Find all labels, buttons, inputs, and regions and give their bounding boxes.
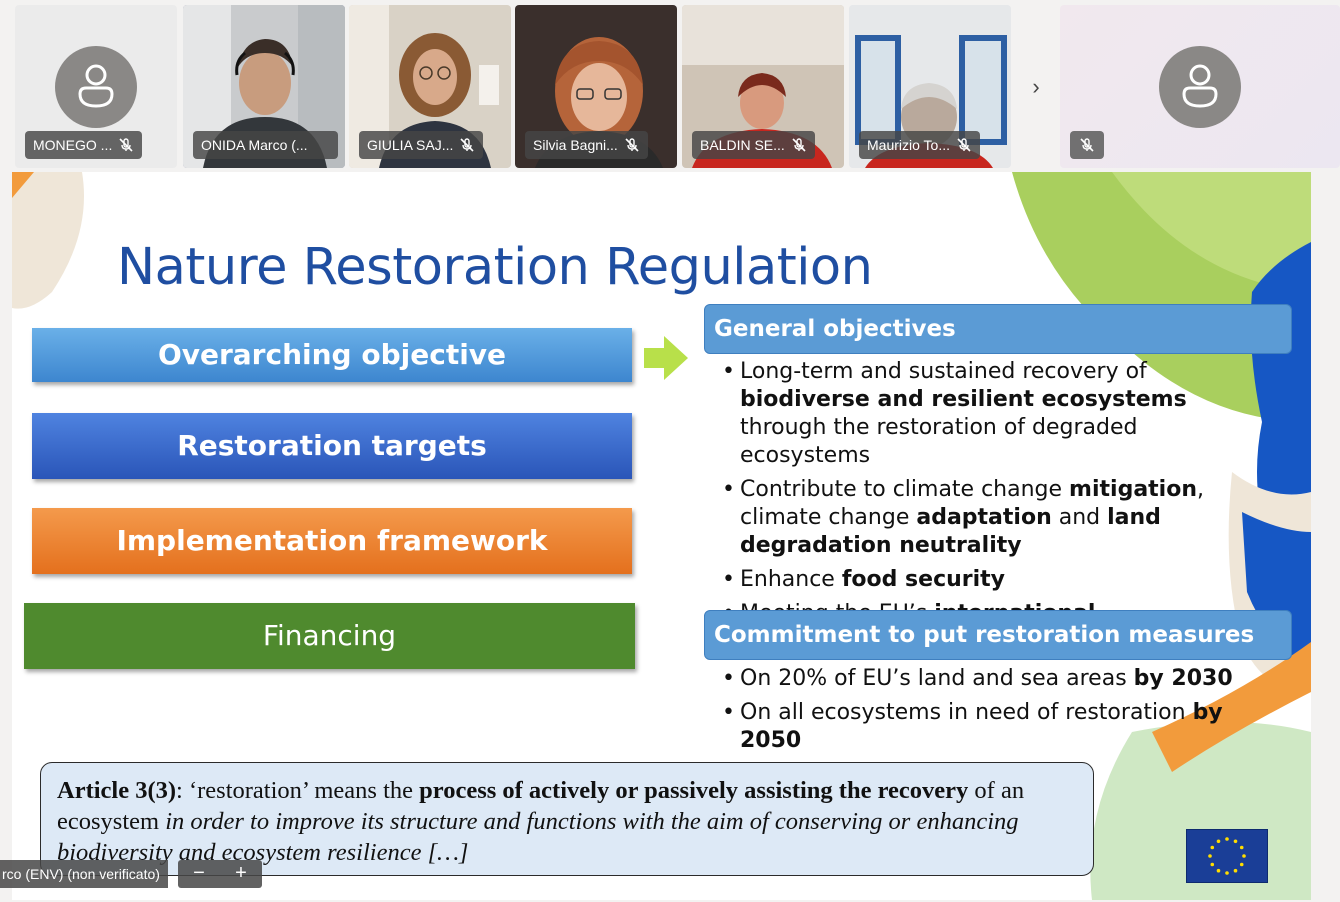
- article-definition-box: Article 3(3): ‘restoration’ means the pr…: [40, 762, 1094, 876]
- mic-status: [1070, 131, 1104, 159]
- mic-muted-icon: [957, 138, 971, 152]
- participant-name-text: GIULIA SAJ...: [367, 137, 454, 153]
- next-participants-button[interactable]: ›: [1016, 5, 1056, 168]
- mic-muted-icon: [625, 138, 639, 152]
- bullet-bold-text: mitigation: [1069, 477, 1197, 502]
- mic-muted-icon: [1080, 138, 1094, 152]
- bullet-text: Enhance: [740, 567, 842, 592]
- list-item: On 20% of EU’s land and sea areas by 203…: [722, 665, 1267, 693]
- bullet-text: On all ecosystems in need of restoration: [740, 700, 1193, 725]
- participant-tile[interactable]: Maurizio To...: [849, 5, 1011, 168]
- participant-name: BALDIN SE...: [692, 131, 815, 159]
- slide-title: Nature Restoration Regulation: [117, 238, 873, 297]
- eu-star: [1210, 862, 1215, 867]
- bullet-text: and: [1051, 505, 1108, 530]
- participant-name: MONEGO ...: [25, 131, 143, 159]
- eu-star: [1216, 868, 1221, 873]
- presenter-name-label: rco (ENV) (non verificato): [0, 860, 168, 888]
- participant-name-text: MONEGO ...: [33, 137, 113, 153]
- general-objectives-header: General objectives: [704, 304, 1292, 354]
- bullet-text: On 20% of EU’s land and sea areas: [740, 666, 1134, 691]
- list-item: Enhance food security: [722, 566, 1267, 594]
- mic-muted-icon: [119, 138, 133, 152]
- list-item: Long-term and sustained recovery of biod…: [722, 358, 1267, 470]
- avatar-icon: [55, 46, 137, 128]
- participant-tile[interactable]: BALDIN SE...: [682, 5, 844, 168]
- mic-muted-icon: [792, 138, 806, 152]
- participant-name: ONIDA Marco (...: [193, 131, 338, 159]
- bullet-text: Long-term and sustained recovery of: [740, 359, 1147, 384]
- eu-star: [1216, 839, 1221, 844]
- participant-name: Silvia Bagni...: [525, 131, 648, 159]
- eu-star: [1225, 871, 1229, 875]
- article-bold-text: process of actively or passively assisti…: [419, 777, 969, 804]
- participant-strip: MONEGO ... ONIDA Marco (... GIULIA SAJ..…: [0, 0, 1340, 172]
- eu-star: [1242, 854, 1246, 858]
- restoration-targets-box: Restoration targets: [32, 413, 632, 479]
- overarching-objective-box: Overarching objective: [32, 328, 632, 382]
- commitment-list: On 20% of EU’s land and sea areas by 203…: [722, 665, 1267, 761]
- list-item: On all ecosystems in need of restoration…: [722, 699, 1267, 755]
- participant-name-text: ONIDA Marco (...: [201, 137, 308, 153]
- eu-stars-icon: [1208, 837, 1246, 875]
- eu-star: [1239, 845, 1244, 850]
- eu-star: [1233, 868, 1238, 873]
- bullet-bold-text: food security: [841, 567, 1006, 592]
- arrow-right-icon: [644, 336, 688, 380]
- eu-star: [1225, 837, 1229, 841]
- eu-star: [1208, 854, 1212, 858]
- avatar-icon: [1159, 46, 1241, 128]
- zoom-in-button[interactable]: +: [220, 860, 262, 888]
- commitment-header: Commitment to put restoration measures: [704, 610, 1292, 660]
- participant-tile[interactable]: Silvia Bagni...: [515, 5, 677, 168]
- participant-name-text: BALDIN SE...: [700, 137, 785, 153]
- self-view-tile[interactable]: [1060, 5, 1340, 168]
- list-item: Contribute to climate change mitigation,…: [722, 476, 1267, 560]
- implementation-framework-box: Implementation framework: [32, 508, 632, 574]
- chevron-right-icon: ›: [1032, 74, 1040, 99]
- participant-name-text: Maurizio To...: [867, 137, 950, 153]
- eu-star: [1210, 845, 1215, 850]
- eu-star: [1233, 839, 1238, 844]
- bullet-text: through the restoration of degraded ecos…: [740, 415, 1138, 468]
- participant-name: Maurizio To...: [859, 131, 980, 159]
- participant-name: GIULIA SAJ...: [359, 131, 484, 159]
- mic-muted-icon: [460, 138, 474, 152]
- eu-star: [1239, 862, 1244, 867]
- bullet-bold-text: by 2030: [1133, 666, 1233, 691]
- financing-box: Financing: [24, 603, 635, 669]
- participant-tile[interactable]: ONIDA Marco (...: [183, 5, 345, 168]
- article-text: : ‘restoration’ means the: [176, 777, 420, 804]
- shared-slide: Nature Restoration Regulation Overarchin…: [12, 172, 1311, 900]
- article-label: Article 3(3): [57, 777, 177, 804]
- bullet-text: Contribute to climate change: [740, 477, 1070, 502]
- bullet-bold-text: biodiverse and resilient ecosystems: [740, 387, 1187, 412]
- eu-flag-logo: [1186, 829, 1268, 883]
- participant-tile[interactable]: MONEGO ...: [15, 5, 177, 168]
- zoom-out-button[interactable]: −: [178, 860, 220, 888]
- zoom-controls: − +: [178, 860, 262, 888]
- participant-name-text: Silvia Bagni...: [533, 137, 618, 153]
- bullet-bold-text: adaptation: [916, 505, 1052, 530]
- article-italic-text: in order to improve its structure and fu…: [57, 808, 1019, 866]
- participant-tile[interactable]: GIULIA SAJ...: [349, 5, 511, 168]
